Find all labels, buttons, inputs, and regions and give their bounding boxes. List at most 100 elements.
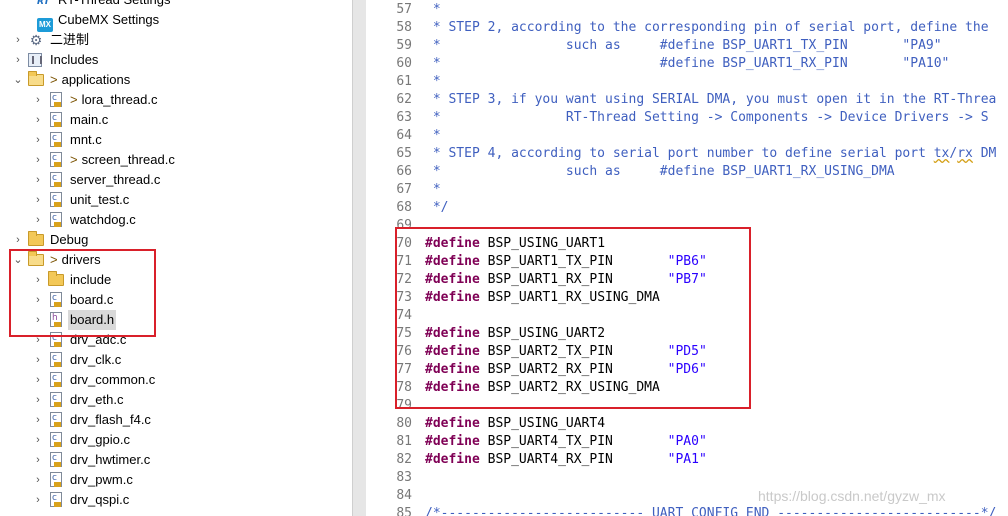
code-text: * STEP 2, according to the corresponding… <box>425 19 989 37</box>
comment-token: /*-------------------------- UART CONFIG… <box>425 506 997 516</box>
tree-item-drv-flash-f4-c[interactable]: › drv_flash_f4.c <box>32 410 340 430</box>
tree-item-includes[interactable]: › Includes <box>12 50 340 70</box>
line-number: 64 <box>396 128 412 143</box>
c-file-icon <box>50 432 62 447</box>
chevron-right-icon[interactable]: › <box>12 30 24 50</box>
chevron-right-icon[interactable]: › <box>32 370 44 390</box>
tree-item-label: Debug <box>50 230 88 250</box>
code-line[interactable]: 65 * STEP 4, according to serial port nu… <box>366 145 1008 163</box>
code-text: * #define BSP_UART1_RX_PIN "PA10" <box>425 55 950 73</box>
code-line[interactable]: 57 * <box>366 1 1008 19</box>
overlay-icon <box>54 342 61 347</box>
code-text: * <box>425 73 441 91</box>
tree-item-[interactable]: › ⚙ 二进制 <box>12 30 340 50</box>
code-token: BSP_UART4_RX_PIN <box>479 452 668 467</box>
tree-item-text: Includes <box>50 52 99 67</box>
tree-item-rt-thread-settings[interactable]: RT RT-Thread Settings <box>12 0 340 10</box>
line-number: 62 <box>396 92 412 107</box>
tree-item-text: main.c <box>70 112 109 127</box>
line-number: 67 <box>396 182 412 197</box>
chevron-right-icon[interactable]: › <box>32 190 44 210</box>
tree-item-text: Debug <box>50 232 89 247</box>
code-line[interactable]: 66 * such as #define BSP_UART1_RX_USING_… <box>366 163 1008 181</box>
comment-token: tx <box>933 146 950 161</box>
code-line[interactable]: 59 * such as #define BSP_UART1_TX_PIN "P… <box>366 37 1008 55</box>
tree-item-drv-hwtimer-c[interactable]: › drv_hwtimer.c <box>32 450 340 470</box>
chevron-right-icon[interactable]: › <box>32 350 44 370</box>
code-text: * STEP 4, according to serial port numbe… <box>425 145 997 163</box>
line-number: 80 <box>396 416 412 431</box>
code-line[interactable]: 81 #define BSP_UART4_TX_PIN "PA0" <box>366 433 1008 451</box>
tree-item-drv-gpio-c[interactable]: › drv_gpio.c <box>32 430 340 450</box>
chevron-right-icon[interactable]: › <box>32 430 44 450</box>
chevron-right-icon[interactable]: › <box>32 490 44 510</box>
tree-item-label: drv_flash_f4.c <box>70 410 151 430</box>
code-line[interactable]: 82 #define BSP_UART4_RX_PIN "PA1" <box>366 451 1008 469</box>
comment-token: * STEP 2, according to the corresponding… <box>425 20 989 35</box>
code-line[interactable]: 64 * <box>366 127 1008 145</box>
tree-item-unit-test-c[interactable]: › unit_test.c <box>32 190 340 210</box>
code-line[interactable]: 62 * STEP 3, if you want using SERIAL DM… <box>366 91 1008 109</box>
rt-thread-icon: RT <box>37 0 50 7</box>
tree-item-text: drv_common.c <box>70 372 156 387</box>
chevron-right-icon[interactable]: › <box>32 210 44 230</box>
comment-token: * <box>425 182 441 197</box>
code-line[interactable]: 63 * RT-Thread Setting -> Components -> … <box>366 109 1008 127</box>
tree-item-text: drv_clk.c <box>70 352 122 367</box>
chevron-right-icon[interactable]: › <box>32 390 44 410</box>
code-line[interactable]: 58 * STEP 2, according to the correspond… <box>366 19 1008 37</box>
code-line[interactable]: 80 #define BSP_USING_UART4 <box>366 415 1008 433</box>
tree-item-label: watchdog.c <box>70 210 136 230</box>
comment-token: * STEP 4, according to serial port numbe… <box>425 146 934 161</box>
code-line[interactable]: 83 <box>366 469 1008 487</box>
code-line[interactable]: 68 */ <box>366 199 1008 217</box>
code-line[interactable]: 67 * <box>366 181 1008 199</box>
code-text: */ <box>425 199 449 217</box>
chevron-right-icon[interactable]: › <box>32 150 44 170</box>
tree-item-watchdog-c[interactable]: › watchdog.c <box>32 210 340 230</box>
library-icon <box>28 53 42 67</box>
chevron-right-icon[interactable]: › <box>32 130 44 150</box>
panel-splitter[interactable] <box>352 0 367 516</box>
chevron-right-icon[interactable]: › <box>32 410 44 430</box>
tree-item-cubemx-settings[interactable]: MX CubeMX Settings <box>12 10 340 32</box>
tree-item-main-c[interactable]: › main.c <box>32 110 340 130</box>
comment-token: * #define BSP_UART1_RX_PIN "PA10" <box>425 56 950 71</box>
tree-item-drv-eth-c[interactable]: › drv_eth.c <box>32 390 340 410</box>
line-number: 59 <box>396 38 412 53</box>
code-line[interactable]: 60 * #define BSP_UART1_RX_PIN "PA10" <box>366 55 1008 73</box>
chevron-right-icon[interactable]: › <box>32 450 44 470</box>
tree-item-screen-thread-c[interactable]: › >screen_thread.c <box>32 150 340 170</box>
tree-item-drv-clk-c[interactable]: › drv_clk.c <box>32 350 340 370</box>
tree-item-text: drv_eth.c <box>70 392 124 407</box>
code-line[interactable]: 85 /*-------------------------- UART CONF… <box>366 505 1008 516</box>
code-line[interactable]: 61 * <box>366 73 1008 91</box>
comment-token: * STEP 3, if you want using SERIAL DMA, … <box>425 92 997 107</box>
tree-item-server-thread-c[interactable]: › server_thread.c <box>32 170 340 190</box>
chevron-right-icon[interactable]: › <box>12 230 24 250</box>
tree-item-drv-common-c[interactable]: › drv_common.c <box>32 370 340 390</box>
chevron-right-icon[interactable]: › <box>32 90 44 110</box>
line-number: 57 <box>396 2 412 17</box>
chevron-down-icon[interactable]: ⌄ <box>12 70 24 90</box>
comment-token: * <box>425 2 441 17</box>
tree-item-lora-thread-c[interactable]: › >lora_thread.c <box>32 90 340 110</box>
tree-item-drv-pwm-c[interactable]: › drv_pwm.c <box>32 470 340 490</box>
chevron-right-icon[interactable]: › <box>32 470 44 490</box>
chevron-right-icon[interactable]: › <box>12 50 24 70</box>
tree-item-label: drv_gpio.c <box>70 430 130 450</box>
overlay-icon <box>54 442 61 447</box>
tree-item-applications[interactable]: ⌄ > applications <box>12 70 340 90</box>
chevron-right-icon[interactable]: › <box>32 170 44 190</box>
overlay-icon <box>54 362 61 367</box>
tree-item-drv-qspi-c[interactable]: › drv_qspi.c <box>32 490 340 510</box>
tree-item-debug[interactable]: › Debug <box>12 230 340 250</box>
tree-item-mnt-c[interactable]: › mnt.c <box>32 130 340 150</box>
tree-item-label: 二进制 <box>50 30 89 50</box>
code-text: * such as #define BSP_UART1_RX_USING_DMA <box>425 163 895 181</box>
overlay-icon <box>54 102 61 107</box>
string-token: "PA1" <box>667 452 707 467</box>
chevron-right-icon[interactable]: › <box>32 110 44 130</box>
c-file-icon <box>50 492 62 507</box>
tree-item-label: RT-Thread Settings <box>58 0 170 10</box>
